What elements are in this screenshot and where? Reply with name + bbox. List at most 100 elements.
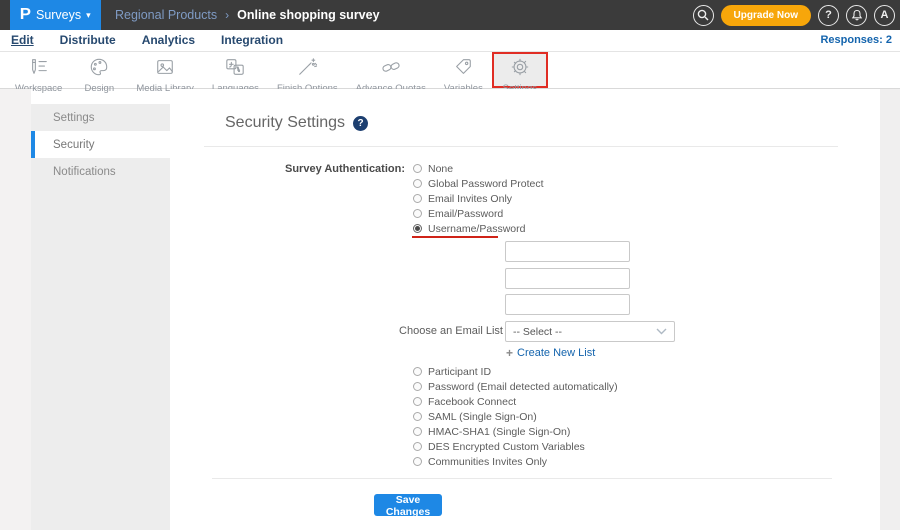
toolbar-item-variables[interactable]: Variables bbox=[435, 52, 492, 94]
radio-hmac-sha1-sso[interactable]: HMAC-SHA1 (Single Sign-On) bbox=[413, 424, 618, 439]
radio-label: Email Invites Only bbox=[428, 192, 513, 205]
breadcrumb-current: Online shopping survey bbox=[237, 8, 380, 22]
radio-label: DES Encrypted Custom Variables bbox=[428, 440, 585, 453]
radio-icon bbox=[413, 442, 422, 451]
radio-icon bbox=[413, 164, 422, 173]
magic-wand-icon bbox=[296, 57, 318, 82]
auth-radio-group-secondary: Participant ID Password (Email detected … bbox=[413, 364, 618, 469]
email-list-select[interactable]: -- Select -- bbox=[505, 321, 675, 342]
workspace-icon bbox=[28, 57, 50, 82]
radio-label: None bbox=[428, 162, 454, 175]
questionpro-logo-icon: P bbox=[20, 6, 32, 23]
radio-email-invites-only[interactable]: Email Invites Only bbox=[413, 191, 544, 206]
surveys-product-menu[interactable]: P Surveys ▾ bbox=[10, 0, 101, 30]
app-window: P Surveys ▾ Regional Products › Online s… bbox=[0, 0, 900, 530]
auth-radio-group-primary: None Global Password Protect Email Invit… bbox=[413, 161, 544, 236]
title-divider bbox=[204, 146, 838, 147]
settings-sidebar: Settings Security Notifications bbox=[31, 104, 170, 530]
password-field[interactable] bbox=[505, 268, 630, 289]
breadcrumb-separator-icon: › bbox=[225, 8, 230, 22]
plus-icon: + bbox=[506, 346, 514, 360]
footer-divider bbox=[212, 478, 832, 479]
radio-label: Username/Password bbox=[428, 222, 526, 235]
tab-distribute[interactable]: Distribute bbox=[60, 33, 116, 49]
avatar[interactable]: A bbox=[874, 4, 895, 26]
radio-selected-icon bbox=[413, 224, 422, 233]
translate-icon bbox=[224, 57, 246, 82]
image-icon bbox=[154, 57, 176, 82]
radio-username-password[interactable]: Username/Password bbox=[413, 221, 544, 236]
radio-communities-invites-only[interactable]: Communities Invites Only bbox=[413, 454, 618, 469]
toolbar-item-settings[interactable]: Settings bbox=[491, 52, 548, 94]
sidebar-item-settings[interactable]: Settings bbox=[31, 104, 170, 131]
radio-icon bbox=[413, 209, 422, 218]
save-changes-button[interactable]: Save Changes bbox=[374, 494, 442, 518]
tab-edit[interactable]: Edit bbox=[11, 33, 34, 49]
chevron-down-icon: ▾ bbox=[86, 10, 91, 20]
toolbar-item-advance-quotas[interactable]: Advance Quotas bbox=[347, 52, 435, 94]
toolbar-item-languages[interactable]: Languages bbox=[203, 52, 268, 94]
product-menu-label: Surveys bbox=[35, 8, 82, 22]
upgrade-now-button[interactable]: Upgrade Now bbox=[720, 4, 811, 26]
radio-saml-sso[interactable]: SAML (Single Sign-On) bbox=[413, 409, 618, 424]
annotation-red-underline bbox=[412, 236, 498, 238]
radio-icon bbox=[413, 427, 422, 436]
radio-label: SAML (Single Sign-On) bbox=[428, 410, 537, 423]
survey-nav: Edit Distribute Analytics Integration Re… bbox=[0, 30, 900, 52]
email-list-selected-value: -- Select -- bbox=[513, 325, 563, 338]
top-header: P Surveys ▾ Regional Products › Online s… bbox=[0, 0, 900, 30]
radio-label: Participant ID bbox=[428, 365, 492, 378]
tag-icon bbox=[452, 57, 474, 82]
radio-icon bbox=[413, 194, 422, 203]
tab-integration[interactable]: Integration bbox=[221, 33, 283, 49]
username-field[interactable] bbox=[505, 241, 630, 262]
toolbar-item-finish-options[interactable]: Finish Options bbox=[268, 52, 347, 94]
gear-icon bbox=[509, 57, 531, 82]
radio-label: Facebook Connect bbox=[428, 395, 517, 408]
invalid-credentials-field[interactable] bbox=[505, 294, 630, 315]
sidebar-item-notifications[interactable]: Notifications bbox=[31, 158, 170, 185]
radio-icon bbox=[413, 457, 422, 466]
help-icon[interactable]: ? bbox=[818, 4, 839, 26]
radio-none[interactable]: None bbox=[413, 161, 544, 176]
page-title-row: Security Settings ? bbox=[225, 114, 369, 132]
radio-label: Email/Password bbox=[428, 207, 504, 220]
toolbar-items: Workspace Design Media Library Languages bbox=[6, 52, 548, 94]
notifications-bell-icon[interactable] bbox=[846, 4, 867, 26]
radio-icon bbox=[413, 367, 422, 376]
search-icon[interactable] bbox=[692, 4, 714, 26]
breadcrumb-parent[interactable]: Regional Products bbox=[115, 8, 217, 22]
page-title: Security Settings bbox=[225, 114, 346, 131]
radio-label: HMAC-SHA1 (Single Sign-On) bbox=[428, 425, 571, 438]
left-gutter bbox=[0, 89, 31, 530]
toolbar-item-workspace[interactable]: Workspace bbox=[6, 52, 71, 94]
responses-count[interactable]: Responses: 2 bbox=[820, 34, 892, 46]
radio-password-email-detected[interactable]: Password (Email detected automatically) bbox=[413, 379, 618, 394]
radio-participant-id[interactable]: Participant ID bbox=[413, 364, 618, 379]
sidebar-item-security[interactable]: Security bbox=[31, 131, 170, 158]
create-new-list-link[interactable]: + Create New List bbox=[506, 346, 595, 360]
header-actions: Upgrade Now ? A bbox=[692, 0, 895, 30]
toolbar-item-media-library[interactable]: Media Library bbox=[127, 52, 203, 94]
radio-icon bbox=[413, 397, 422, 406]
radio-icon bbox=[413, 412, 422, 421]
radio-global-password-protect[interactable]: Global Password Protect bbox=[413, 176, 544, 191]
right-gutter bbox=[880, 89, 900, 530]
chain-link-icon bbox=[380, 57, 402, 82]
title-help-icon[interactable]: ? bbox=[353, 115, 369, 131]
radio-icon bbox=[413, 382, 422, 391]
tab-analytics[interactable]: Analytics bbox=[142, 33, 195, 49]
radio-des-encrypted-variables[interactable]: DES Encrypted Custom Variables bbox=[413, 439, 618, 454]
chevron-down-icon bbox=[656, 328, 667, 335]
survey-authentication-label: Survey Authentication: bbox=[285, 163, 405, 175]
radio-label: Global Password Protect bbox=[428, 177, 544, 190]
toolbar-item-design[interactable]: Design bbox=[71, 52, 127, 94]
radio-email-password[interactable]: Email/Password bbox=[413, 206, 544, 221]
breadcrumb: Regional Products › Online shopping surv… bbox=[115, 0, 380, 30]
radio-label: Password (Email detected automatically) bbox=[428, 380, 618, 393]
create-new-list-label: Create New List bbox=[517, 347, 596, 359]
radio-facebook-connect[interactable]: Facebook Connect bbox=[413, 394, 618, 409]
security-settings-panel: Security Settings ? Survey Authenticatio… bbox=[170, 89, 880, 530]
toolbar-item-label: Design bbox=[84, 83, 115, 94]
radio-label: Communities Invites Only bbox=[428, 455, 548, 468]
